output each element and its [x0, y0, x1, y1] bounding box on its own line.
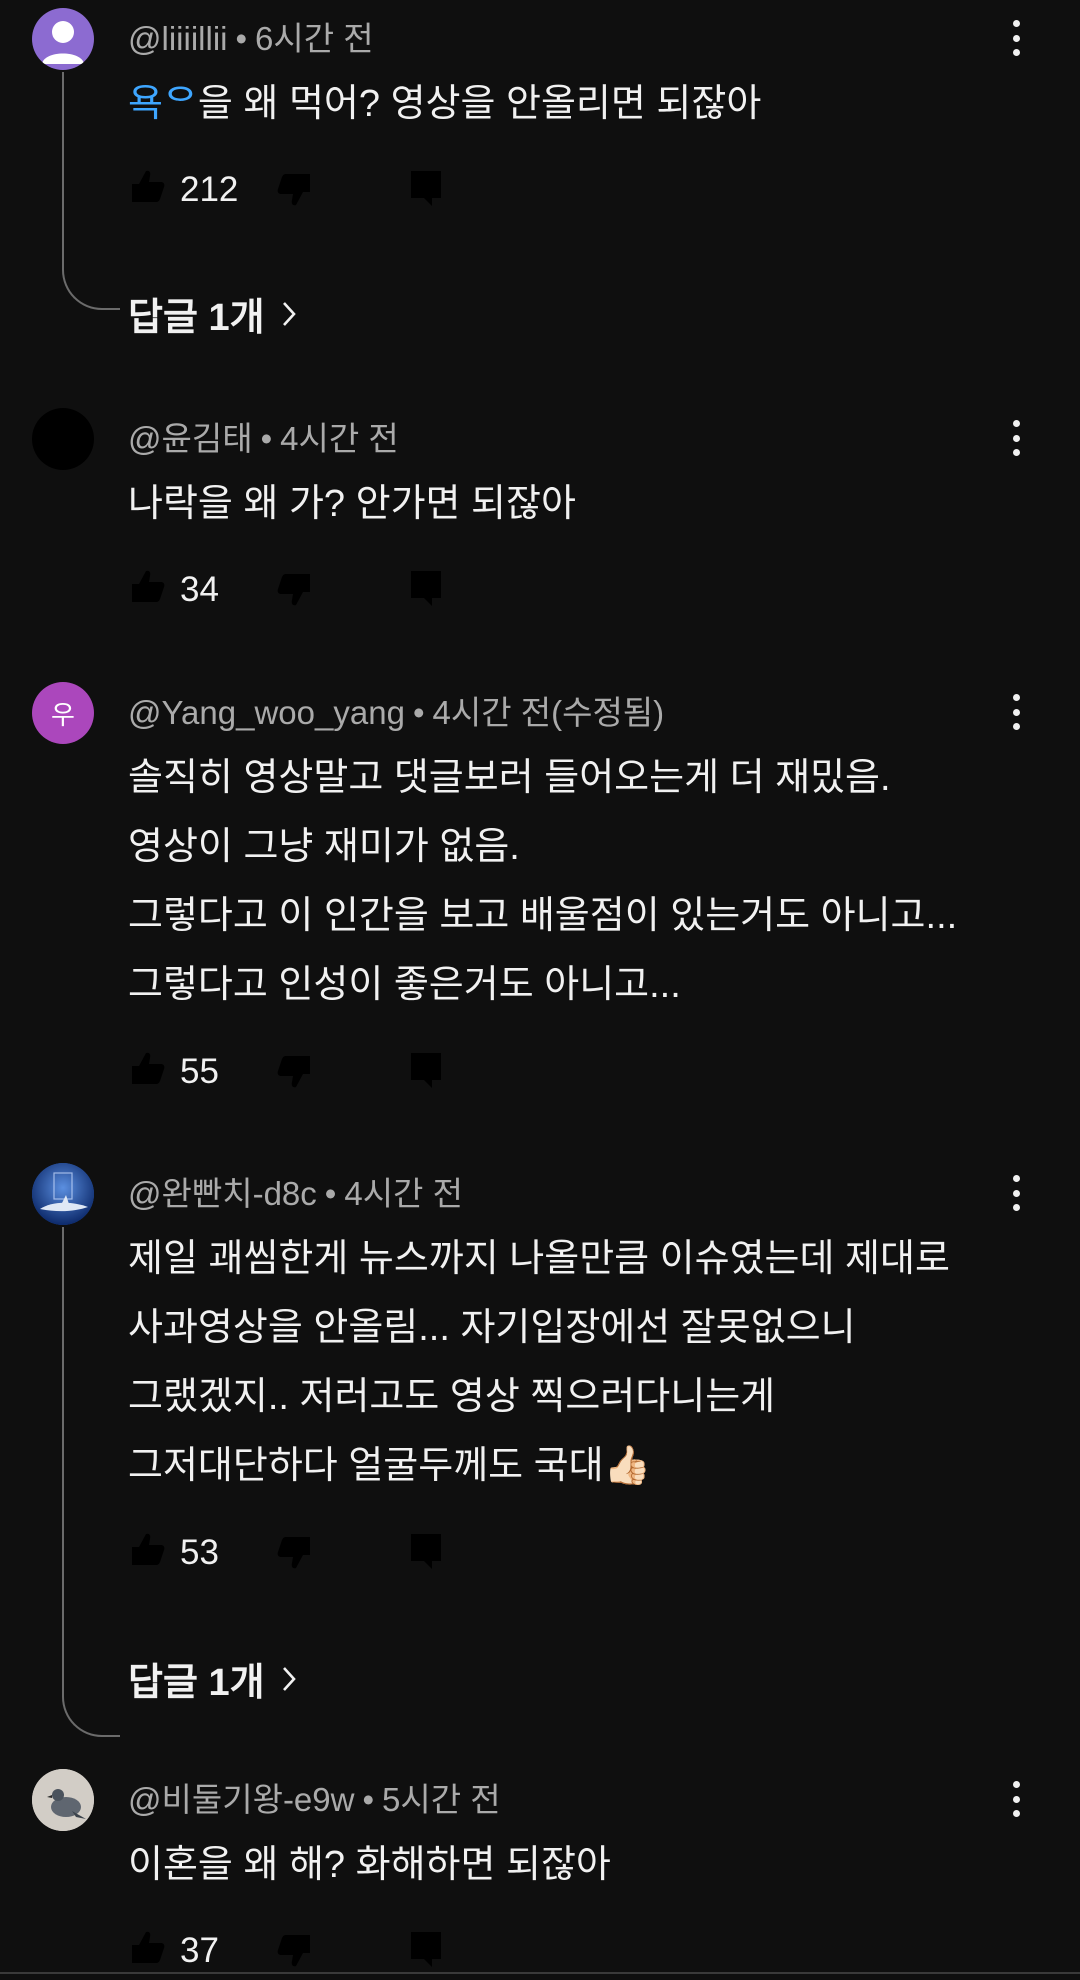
- comment-author[interactable]: @윤김태: [128, 420, 253, 457]
- comment-time: 4시간 전: [280, 420, 399, 457]
- comment-actions: 37: [128, 1927, 548, 1971]
- thumbs-down-icon[interactable]: [274, 1531, 314, 1573]
- comment-line: 솔직히 영상말고 댓글보러 들어오는게 더 재밌음.: [128, 757, 891, 799]
- comment-meta: @윤김태 • 4시간 전: [128, 412, 399, 460]
- thumbs-up-icon[interactable]: [128, 1048, 168, 1090]
- like-count: 37: [180, 1931, 219, 1970]
- comment-line: 영상이 그냥 재미가 없음.: [128, 826, 520, 868]
- comment-line: 그렇다고 이 인간을 보고 배울점이 있는거도 아니고...: [128, 895, 958, 937]
- more-vert-icon[interactable]: [996, 1775, 1036, 1823]
- avatar[interactable]: [32, 1769, 94, 1831]
- thumbs-up-icon[interactable]: [128, 1529, 168, 1571]
- separator-dot: •: [362, 1781, 375, 1818]
- comment-line: 이혼을 왜 해? 화해하면 되잖아: [128, 1844, 611, 1886]
- thumbs-down-icon[interactable]: [274, 1050, 314, 1092]
- thumbs-down-icon[interactable]: [274, 568, 314, 610]
- comment-text-highlight[interactable]: 욕ᄋ: [128, 83, 198, 125]
- thread-line: [62, 1227, 120, 1737]
- like-count: 212: [180, 170, 239, 209]
- more-vert-icon[interactable]: [996, 688, 1036, 736]
- like-count: 34: [180, 570, 219, 609]
- separator-dot: •: [260, 420, 273, 457]
- comment-text: 솔직히 영상말고 댓글보러 들어오는게 더 재밌음. 영상이 그냥 재미가 없음…: [128, 744, 957, 1020]
- reply-icon[interactable]: [408, 1050, 444, 1090]
- comment-time: 5시간 전: [382, 1781, 501, 1818]
- replies-label: 답글 1개: [128, 297, 265, 339]
- comment-time: 4시간 전(수정됨): [432, 694, 665, 731]
- pigeon-avatar-icon: [32, 1769, 94, 1831]
- comment-author[interactable]: @완빤치-d8c: [128, 1175, 317, 1212]
- avatar[interactable]: [32, 1163, 94, 1225]
- comment-time: 6시간 전: [255, 20, 374, 57]
- separator-dot: •: [235, 20, 248, 57]
- comment-line: 그렇다고 인성이 좋은거도 아니고...: [128, 964, 681, 1006]
- avatar-letter: 우: [51, 700, 75, 731]
- thread-line: [62, 72, 120, 310]
- reply-icon[interactable]: [408, 1929, 444, 1969]
- comment-meta: @완빤치-d8c • 4시간 전: [128, 1167, 463, 1215]
- comment-meta: @Yang_woo_yang • 4시간 전(수정됨): [128, 686, 664, 734]
- reply-icon[interactable]: [408, 168, 444, 208]
- avatar[interactable]: 우: [32, 682, 94, 744]
- comment-text: 나락을 왜 가? 안가면 되잖아: [128, 470, 576, 539]
- thumbs-down-icon[interactable]: [274, 168, 314, 210]
- comment-author[interactable]: @liiiillii: [128, 20, 227, 57]
- default-person-icon: [42, 21, 84, 64]
- more-vert-icon[interactable]: [996, 14, 1036, 62]
- replies-label: 답글 1개: [128, 1662, 265, 1704]
- comment-actions: 55: [128, 1048, 548, 1092]
- avatar[interactable]: [32, 8, 94, 70]
- thumbs-up-icon[interactable]: [128, 566, 168, 608]
- comment-text: 욕ᄋ을 왜 먹어? 영상을 안올리면 되잖아: [128, 70, 761, 139]
- thumbs-down-icon[interactable]: [274, 1929, 314, 1971]
- comment-author[interactable]: @Yang_woo_yang: [128, 694, 405, 731]
- comment-time: 4시간 전: [344, 1175, 463, 1212]
- replies-link[interactable]: 답글 1개: [128, 286, 297, 341]
- separator-dot: •: [412, 694, 425, 731]
- comment-text: 이혼을 왜 해? 화해하면 되잖아: [128, 1831, 611, 1900]
- comment-actions: 212: [128, 166, 548, 210]
- more-vert-icon[interactable]: [996, 414, 1036, 462]
- more-vert-icon[interactable]: [996, 1169, 1036, 1217]
- comment-text: 제일 괘씸한게 뉴스까지 나올만큼 이슈였는데 제대로 사과영상을 안올림...…: [128, 1225, 950, 1501]
- thumbs-up-icon[interactable]: [128, 166, 168, 208]
- separator-dot: •: [324, 1175, 337, 1212]
- chevron-right-icon: [282, 1666, 296, 1691]
- comment-text-rest: 을 왜 먹어? 영상을 안올리면 되잖아: [197, 83, 762, 125]
- comment-line: 나락을 왜 가? 안가면 되잖아: [128, 483, 576, 525]
- comment-meta: @liiiillii • 6시간 전: [128, 12, 374, 60]
- replies-link[interactable]: 답글 1개: [128, 1651, 297, 1706]
- like-count: 53: [180, 1533, 219, 1572]
- comment-line: 사과영상을 안올림... 자기입장에선 잘못없으니: [128, 1307, 856, 1349]
- comment-actions: 34: [128, 566, 548, 610]
- avatar[interactable]: [32, 408, 94, 470]
- bottom-divider: [0, 1972, 1080, 1974]
- comment-actions: 53: [128, 1529, 548, 1573]
- comment-line: 그저대단하다 얼굴두께도 국대👍🏻: [128, 1445, 651, 1487]
- reply-icon[interactable]: [408, 568, 444, 608]
- comment-line: 그랬겠지.. 저러고도 영상 찍으러다니는게: [128, 1376, 776, 1418]
- like-count: 55: [180, 1052, 219, 1091]
- comment-author[interactable]: @비둘기왕-e9w: [128, 1781, 354, 1818]
- comment-line: 제일 괘씸한게 뉴스까지 나올만큼 이슈였는데 제대로: [128, 1238, 950, 1280]
- reply-icon[interactable]: [408, 1531, 444, 1571]
- shark-avatar-icon: [32, 1163, 94, 1225]
- chevron-right-icon: [282, 301, 296, 326]
- thumbs-up-icon[interactable]: [128, 1927, 168, 1969]
- comment-meta: @비둘기왕-e9w • 5시간 전: [128, 1773, 501, 1821]
